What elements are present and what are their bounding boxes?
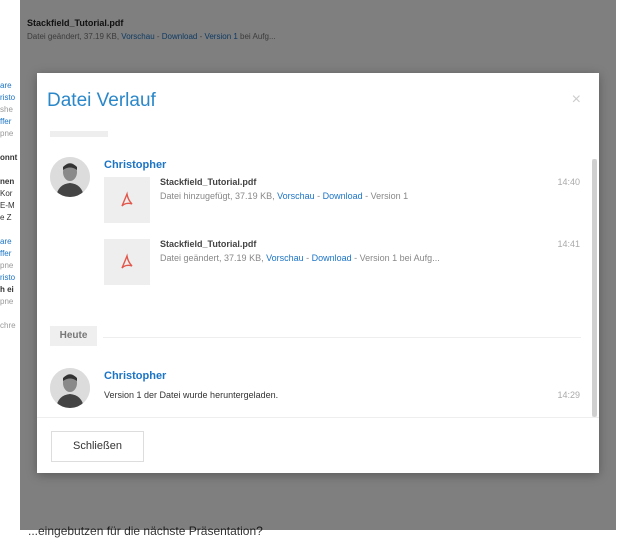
download-link[interactable]: Download <box>323 191 363 201</box>
preview-link[interactable]: Vorschau <box>277 191 315 201</box>
history-group: Christopher Stackfield_Tutorial.pdf Date… <box>50 157 580 287</box>
close-icon[interactable]: × <box>572 91 581 109</box>
close-button[interactable]: Schließen <box>51 431 144 462</box>
activity-message: Version 1 der Datei wurde heruntergelade… <box>104 390 279 400</box>
file-meta: Datei geändert, 37.19 KB, Vorschau - Dow… <box>160 253 440 263</box>
background-left-fragment: ffer <box>0 249 12 258</box>
background-left-fragment <box>0 308 20 320</box>
background-left-fragment <box>0 140 20 152</box>
history-group: Christopher Version 1 der Datei wurde he… <box>50 368 580 413</box>
screen: Stackfield_Tutorial.pdf Datei geändert, … <box>0 0 636 550</box>
file-name: Stackfield_Tutorial.pdf <box>160 177 257 187</box>
background-left-column: are risto she ffer pne onnt nen Kor E-M e Z are… <box>0 80 20 332</box>
pdf-icon <box>121 191 133 207</box>
file-version-entry: Stackfield_Tutorial.pdf Datei geändert, … <box>104 239 580 287</box>
timestamp: 14:41 <box>557 239 580 249</box>
download-link[interactable]: Download <box>312 253 352 263</box>
avatar[interactable] <box>50 368 90 408</box>
file-thumbnail[interactable] <box>104 177 150 223</box>
background-left-fragment: E-M <box>0 201 15 210</box>
timestamp: 14:29 <box>557 390 580 400</box>
background-left-fragment: chre <box>0 321 16 330</box>
day-separator-line <box>103 337 581 338</box>
background-left-fragment: risto <box>0 273 16 282</box>
background-left-fragment: pne <box>0 297 14 306</box>
dialog-title: Datei Verlauf <box>47 90 156 111</box>
user-name[interactable]: Christopher <box>104 159 166 171</box>
background-left-fragment: she <box>0 105 13 114</box>
dialog-footer: Schließen <box>37 417 599 473</box>
background-left-fragment: nen <box>0 177 15 186</box>
background-left-fragment: onnt <box>0 153 18 162</box>
day-separator-label: Heute <box>50 326 97 346</box>
background-left-fragment: risto <box>0 93 16 102</box>
preview-link[interactable]: Vorschau <box>266 253 304 263</box>
file-history-dialog: Datei Verlauf × Christopher Stackfield_T… <box>37 73 599 473</box>
background-left-fragment <box>0 164 20 176</box>
file-version-entry: Stackfield_Tutorial.pdf Datei hinzugefüg… <box>104 177 580 225</box>
timestamp: 14:40 <box>557 177 580 187</box>
background-left-fragment: are <box>0 81 12 90</box>
pdf-icon <box>121 253 133 269</box>
background-left-fragment: e Z <box>0 213 12 222</box>
file-thumbnail[interactable] <box>104 239 150 285</box>
scrollbar-thumb[interactable] <box>592 159 597 417</box>
background-left-fragment: ffer <box>0 117 12 126</box>
avatar[interactable] <box>50 157 90 197</box>
background-left-fragment: Kor <box>0 189 13 198</box>
background-left-fragment: h ei <box>0 285 14 294</box>
background-left-fragment: pne <box>0 261 14 270</box>
loading-placeholder <box>50 131 108 137</box>
background-left-fragment: are <box>0 237 12 246</box>
file-name: Stackfield_Tutorial.pdf <box>160 239 257 249</box>
file-meta: Datei hinzugefügt, 37.19 KB, Vorschau - … <box>160 191 409 201</box>
user-name[interactable]: Christopher <box>104 370 166 382</box>
background-left-fragment <box>0 224 20 236</box>
dialog-body: Christopher Stackfield_Tutorial.pdf Date… <box>37 131 599 416</box>
background-left-fragment: pne <box>0 129 14 138</box>
